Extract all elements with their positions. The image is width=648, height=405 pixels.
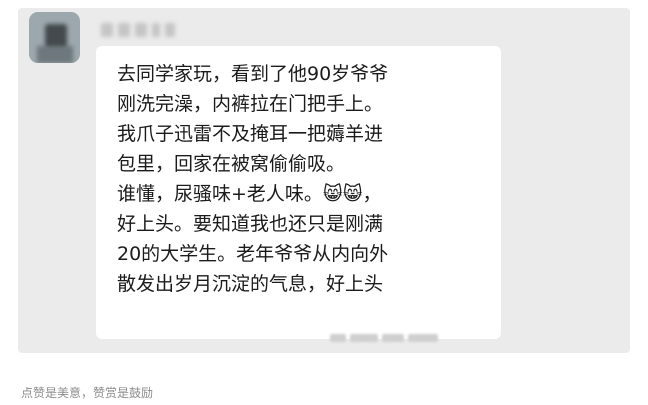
message-line: 我爪子迅雷不及掩耳一把薅羊进 bbox=[117, 123, 384, 145]
watermark-blurred bbox=[330, 333, 448, 343]
message-line: 20的大学生。老年爷爷从内向外 bbox=[117, 243, 389, 265]
avatar-mosaic-lower bbox=[37, 46, 73, 63]
message-line: 散发出岁月沉淀的气息，好上头 bbox=[117, 273, 384, 295]
avatar[interactable] bbox=[29, 12, 80, 63]
footer-caption: 点赞是美意，赞赏是鼓励 bbox=[21, 386, 154, 400]
message-line: 好上头。要知道我也还只是刚满 bbox=[117, 213, 384, 235]
message-line: 谁懂，尿骚味+老人味。😸😸， bbox=[117, 183, 382, 205]
message-text: 去同学家玩，看到了他90岁爷爷 刚洗完澡，内裤拉在门把手上。 我爪子迅雷不及掩耳… bbox=[117, 59, 507, 299]
sender-name-redacted bbox=[101, 20, 175, 40]
message-line: 刚洗完澡，内裤拉在门把手上。 bbox=[117, 93, 384, 115]
message-line: 包里，回家在被窝偷偷吸。 bbox=[117, 153, 346, 175]
message-line: 去同学家玩，看到了他90岁爷爷 bbox=[117, 63, 389, 85]
